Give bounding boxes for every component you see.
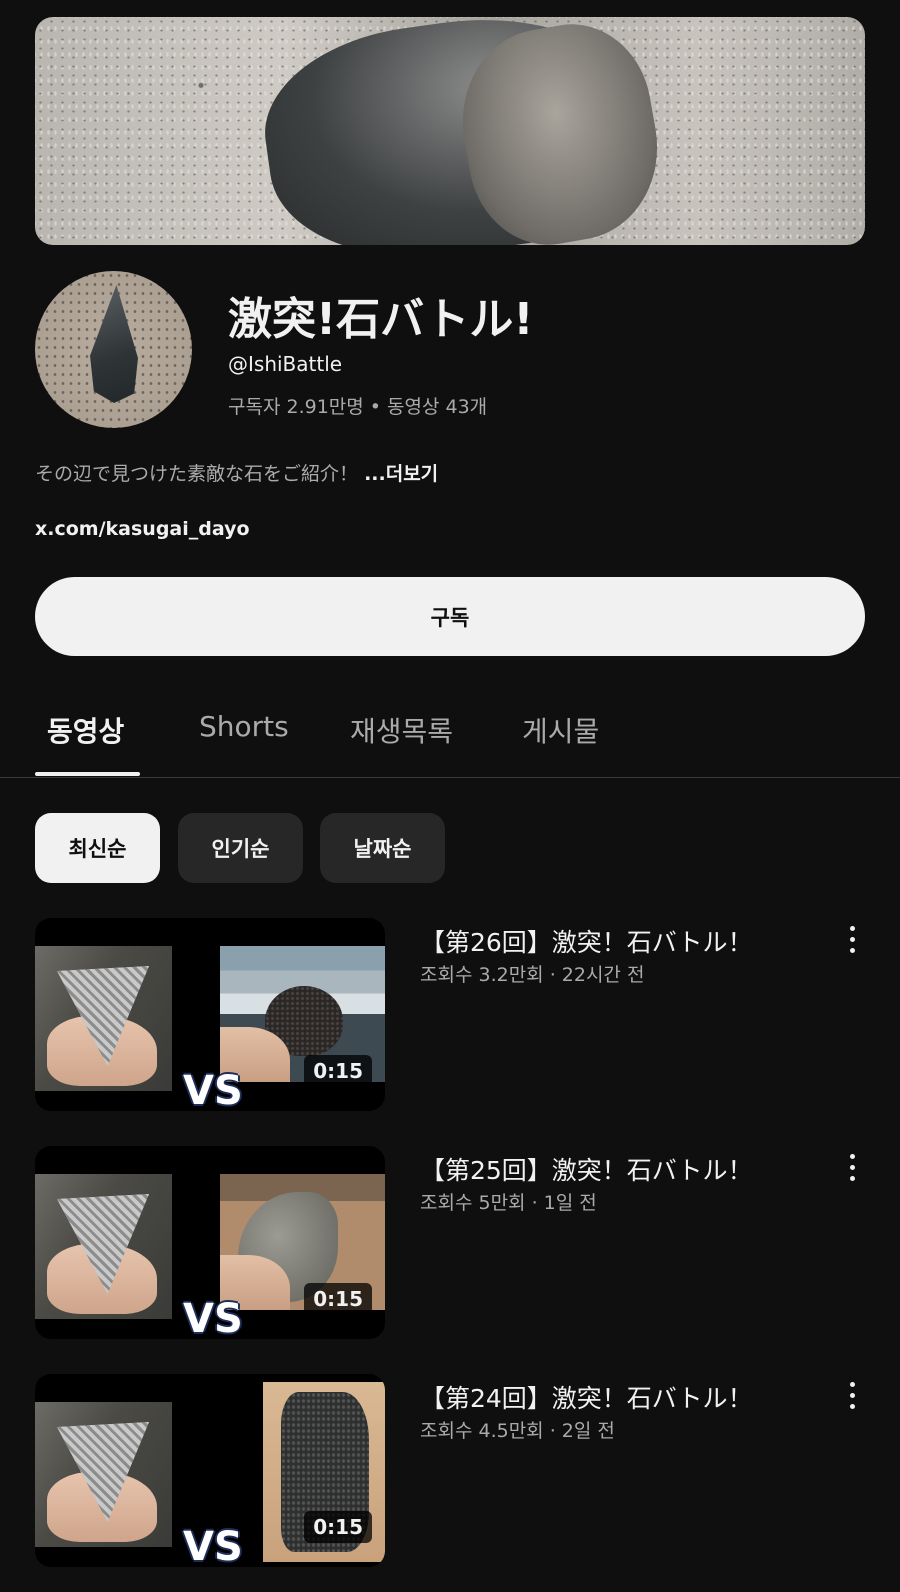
video-item[interactable]: VS 0:15 【第26回】激突！石バトル！ 조회수 3.2만회 · 22시간 … <box>35 918 865 1111</box>
video-meta: 조회수 3.2만회 · 22시간 전 <box>420 964 645 986</box>
video-duration: 0:15 <box>304 1055 372 1087</box>
description-text: その辺で見つけた素敵な石をご紹介！ <box>35 463 359 485</box>
channel-avatar[interactable] <box>35 271 192 428</box>
thumbnail-left-stone <box>35 1174 172 1319</box>
active-tab-indicator <box>35 772 140 776</box>
channel-tabs: 동영상 Shorts 재생목록 게시물 <box>0 680 900 778</box>
more-vert-icon[interactable] <box>847 1154 857 1184</box>
tab-playlists[interactable]: 재생목록 <box>350 710 453 750</box>
channel-stats: 구독자 2.91만명 • 동영상 43개 <box>228 396 488 418</box>
video-item[interactable]: VS 0:15 【第24回】激突！石バトル！ 조회수 4.5만회 · 2일 전 <box>35 1374 865 1567</box>
channel-description[interactable]: その辺で見つけた素敵な石をご紹介！ ...더보기 <box>35 459 438 486</box>
tab-videos[interactable]: 동영상 <box>47 710 124 750</box>
vs-label: VS <box>183 1068 243 1111</box>
tab-shorts[interactable]: Shorts <box>199 710 289 743</box>
vs-label: VS <box>183 1524 243 1567</box>
chip-popular[interactable]: 인기순 <box>178 813 303 883</box>
more-vert-icon[interactable] <box>847 926 857 956</box>
chip-latest[interactable]: 최신순 <box>35 813 160 883</box>
video-title[interactable]: 【第26回】激突！石バトル！ <box>420 923 753 959</box>
thumbnail-left-stone <box>35 946 172 1091</box>
more-vert-icon[interactable] <box>847 1382 857 1412</box>
channel-banner <box>35 17 865 245</box>
tab-posts[interactable]: 게시물 <box>522 710 599 750</box>
video-thumbnail[interactable]: VS 0:15 <box>35 918 385 1111</box>
channel-handle: @IshiBattle <box>228 352 343 376</box>
video-thumbnail[interactable]: VS 0:15 <box>35 1146 385 1339</box>
video-item[interactable]: VS 0:15 【第25回】激突！石バトル！ 조회수 5만회 · 1일 전 <box>35 1146 865 1339</box>
vs-label: VS <box>183 1296 243 1339</box>
channel-link[interactable]: x.com/kasugai_dayo <box>35 518 250 540</box>
video-duration: 0:15 <box>304 1283 372 1315</box>
more-link[interactable]: ...더보기 <box>364 463 438 485</box>
video-duration: 0:15 <box>304 1511 372 1543</box>
chip-by-date[interactable]: 날짜순 <box>320 813 445 883</box>
video-title[interactable]: 【第24回】激突！石バトル！ <box>420 1379 753 1415</box>
video-title[interactable]: 【第25回】激突！石バトル！ <box>420 1151 753 1187</box>
video-thumbnail[interactable]: VS 0:15 <box>35 1374 385 1567</box>
subscribe-button[interactable]: 구독 <box>35 577 865 656</box>
video-meta: 조회수 4.5만회 · 2일 전 <box>420 1420 615 1442</box>
channel-title: 激突!石バトル! <box>228 294 534 345</box>
video-meta: 조회수 5만회 · 1일 전 <box>420 1192 597 1214</box>
thumbnail-left-stone <box>35 1402 172 1547</box>
avatar-stone-image <box>90 285 138 403</box>
